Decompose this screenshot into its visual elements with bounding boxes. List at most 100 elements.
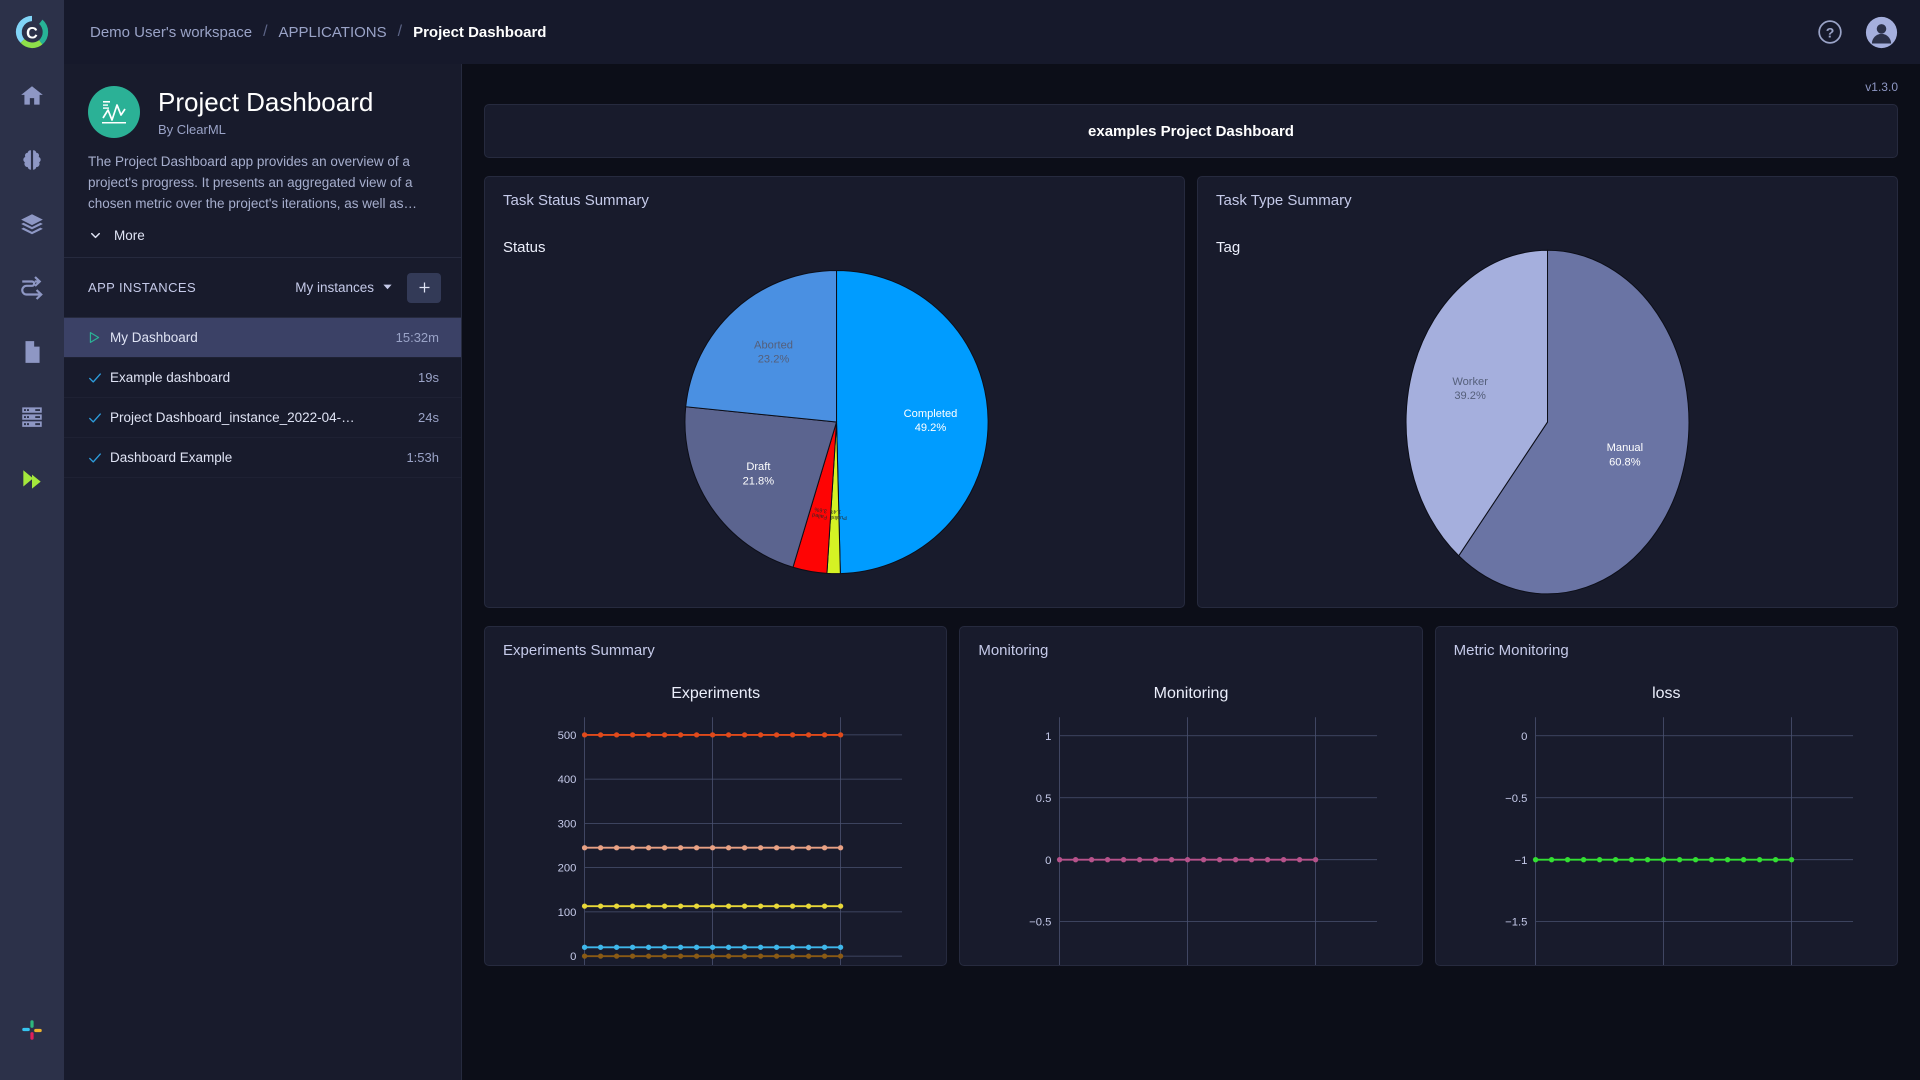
- data-point[interactable]: [725, 732, 732, 738]
- slack-icon[interactable]: [0, 998, 64, 1062]
- data-point[interactable]: [597, 903, 604, 909]
- data-point[interactable]: [1548, 857, 1554, 863]
- data-point[interactable]: [613, 732, 620, 738]
- data-point[interactable]: [1580, 857, 1586, 863]
- data-point[interactable]: [613, 903, 620, 909]
- data-point[interactable]: [629, 732, 636, 738]
- data-point[interactable]: [837, 903, 844, 909]
- data-point[interactable]: [1564, 857, 1570, 863]
- monitoring-line-chart[interactable]: −0.5 0 0.5 1: [960, 709, 1421, 965]
- data-point[interactable]: [1692, 857, 1698, 863]
- data-point[interactable]: [677, 944, 684, 950]
- user-avatar-icon[interactable]: [1865, 16, 1898, 49]
- sidebar-item-datasets[interactable]: [0, 192, 64, 256]
- data-point[interactable]: [837, 953, 844, 959]
- data-point[interactable]: [1313, 857, 1319, 863]
- data-point[interactable]: [1105, 857, 1111, 863]
- data-point[interactable]: [1137, 857, 1143, 863]
- data-point[interactable]: [661, 903, 668, 909]
- data-point[interactable]: [805, 845, 812, 851]
- data-point[interactable]: [1073, 857, 1079, 863]
- data-point[interactable]: [597, 953, 604, 959]
- data-point[interactable]: [741, 845, 748, 851]
- data-point[interactable]: [1089, 857, 1095, 863]
- breadcrumb-workspace[interactable]: Demo User's workspace: [90, 24, 252, 41]
- data-point[interactable]: [1532, 857, 1538, 863]
- sidebar-item-pipelines[interactable]: [0, 256, 64, 320]
- data-point[interactable]: [1628, 857, 1634, 863]
- data-point[interactable]: [613, 953, 620, 959]
- data-point[interactable]: [773, 953, 780, 959]
- sidebar-item-reports[interactable]: [0, 320, 64, 384]
- data-point[interactable]: [661, 953, 668, 959]
- data-point[interactable]: [613, 944, 620, 950]
- data-point[interactable]: [1596, 857, 1602, 863]
- data-point[interactable]: [613, 845, 620, 851]
- data-point[interactable]: [677, 953, 684, 959]
- data-point[interactable]: [1281, 857, 1287, 863]
- data-point[interactable]: [741, 903, 748, 909]
- data-point[interactable]: [837, 944, 844, 950]
- data-point[interactable]: [821, 944, 828, 950]
- data-point[interactable]: [709, 732, 716, 738]
- data-point[interactable]: [789, 845, 796, 851]
- data-point[interactable]: [773, 732, 780, 738]
- data-point[interactable]: [581, 944, 588, 950]
- data-point[interactable]: [789, 903, 796, 909]
- data-point[interactable]: [741, 953, 748, 959]
- data-point[interactable]: [821, 903, 828, 909]
- data-point[interactable]: [1788, 857, 1794, 863]
- data-point[interactable]: [757, 732, 764, 738]
- data-point[interactable]: [725, 903, 732, 909]
- data-point[interactable]: [597, 732, 604, 738]
- data-point[interactable]: [645, 732, 652, 738]
- data-point[interactable]: [741, 732, 748, 738]
- data-point[interactable]: [661, 944, 668, 950]
- data-point[interactable]: [725, 944, 732, 950]
- data-point[interactable]: [1265, 857, 1271, 863]
- list-item[interactable]: Project Dashboard_instance_2022-04-… 24s: [64, 398, 461, 438]
- data-point[interactable]: [1201, 857, 1207, 863]
- data-point[interactable]: [789, 953, 796, 959]
- data-point[interactable]: [677, 903, 684, 909]
- data-point[interactable]: [773, 845, 780, 851]
- data-point[interactable]: [693, 953, 700, 959]
- data-point[interactable]: [645, 953, 652, 959]
- list-item[interactable]: Example dashboard 19s: [64, 358, 461, 398]
- data-point[interactable]: [709, 845, 716, 851]
- data-point[interactable]: [645, 903, 652, 909]
- data-point[interactable]: [773, 903, 780, 909]
- data-point[interactable]: [629, 845, 636, 851]
- data-point[interactable]: [661, 845, 668, 851]
- data-point[interactable]: [789, 732, 796, 738]
- data-point[interactable]: [1057, 857, 1063, 863]
- data-point[interactable]: [1644, 857, 1650, 863]
- sidebar-item-applications[interactable]: [0, 448, 64, 512]
- data-point[interactable]: [645, 845, 652, 851]
- data-point[interactable]: [1169, 857, 1175, 863]
- data-point[interactable]: [709, 903, 716, 909]
- add-instance-button[interactable]: [407, 272, 441, 303]
- data-point[interactable]: [1121, 857, 1127, 863]
- data-point[interactable]: [1708, 857, 1714, 863]
- data-point[interactable]: [1724, 857, 1730, 863]
- sidebar-item-home[interactable]: [0, 64, 64, 128]
- data-point[interactable]: [1233, 857, 1239, 863]
- data-point[interactable]: [581, 953, 588, 959]
- experiments-line-chart[interactable]: 0 100 200 300 400 500: [485, 709, 946, 965]
- data-point[interactable]: [1756, 857, 1762, 863]
- data-point[interactable]: [693, 845, 700, 851]
- data-point[interactable]: [693, 903, 700, 909]
- data-point[interactable]: [805, 732, 812, 738]
- data-point[interactable]: [709, 953, 716, 959]
- data-point[interactable]: [693, 944, 700, 950]
- data-point[interactable]: [597, 944, 604, 950]
- data-point[interactable]: [1217, 857, 1223, 863]
- data-point[interactable]: [581, 903, 588, 909]
- data-point[interactable]: [805, 944, 812, 950]
- data-point[interactable]: [821, 953, 828, 959]
- data-point[interactable]: [757, 845, 764, 851]
- data-point[interactable]: [805, 903, 812, 909]
- data-point[interactable]: [629, 944, 636, 950]
- data-point[interactable]: [693, 732, 700, 738]
